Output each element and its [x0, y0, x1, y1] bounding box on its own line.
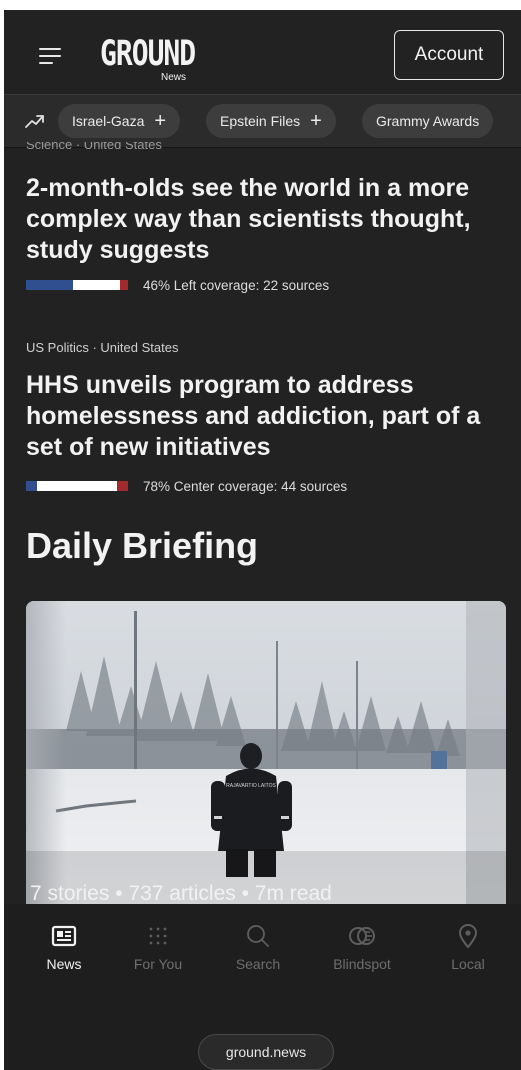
bias-left-segment: [26, 481, 37, 491]
bias-distribution-bar: [26, 481, 129, 491]
ground-news-logo[interactable]: GROUND News: [100, 32, 200, 86]
bias-center-segment: [37, 481, 117, 491]
logo-wordmark: GROUND: [100, 32, 196, 74]
daily-briefing-title: Daily Briefing: [26, 525, 259, 566]
plus-icon[interactable]: +: [154, 111, 166, 131]
bias-center-segment: [73, 280, 120, 290]
logo-subtitle: News: [161, 72, 187, 83]
topic-chip-label: Epstein Files: [220, 113, 301, 129]
nav-label-search: Search: [235, 956, 281, 972]
topic-chip-epstein-files[interactable]: Epstein Files +: [206, 104, 336, 138]
grid-dots-icon: [149, 927, 167, 945]
location-pin-icon: [458, 924, 478, 949]
account-button[interactable]: Account: [394, 30, 504, 80]
nav-item-search[interactable]: Search: [218, 914, 298, 972]
topic-chip-label: Israel-Gaza: [72, 113, 145, 129]
topic-chip-grammy-awards[interactable]: Grammy Awards: [362, 104, 494, 138]
blindspot-icon: [349, 927, 375, 945]
briefing-meta: 7 stories • 737 articles • 7m read: [30, 882, 332, 905]
nav-item-for-you[interactable]: For You: [118, 914, 198, 972]
bias-coverage-row: 78% Center coverage: 44 sources: [26, 478, 348, 494]
bias-distribution-bar: [26, 280, 129, 290]
topic-chip-label: Grammy Awards: [376, 113, 480, 129]
bias-right-segment: [120, 280, 128, 290]
article-headline[interactable]: 2-month-olds see the world in a more com…: [26, 173, 496, 266]
bias-right-segment: [117, 481, 128, 491]
app-header: GROUND News Account: [4, 10, 521, 94]
topic-chip-israel-gaza[interactable]: Israel-Gaza +: [58, 104, 181, 138]
nav-item-blindspot[interactable]: Blindspot: [322, 914, 402, 972]
app-screen: GROUND News Account Israel-Gaza + Epstei…: [4, 10, 521, 1070]
bias-coverage-row: 46% Left coverage: 22 sources: [26, 277, 330, 293]
nav-label-for-you: For You: [133, 956, 183, 972]
nav-label-news: News: [46, 956, 82, 972]
bias-coverage-text: 78% Center coverage: 44 sources: [143, 478, 348, 494]
nav-label-blindspot: Blindspot: [333, 956, 391, 972]
hamburger-menu-icon[interactable]: [39, 48, 61, 64]
nav-item-news[interactable]: News: [24, 914, 104, 972]
article-headline[interactable]: HHS unveils program to address homelessn…: [26, 370, 496, 463]
search-icon: [247, 925, 269, 947]
nav-label-local: Local: [451, 956, 485, 972]
browser-url-pill[interactable]: ground.news: [198, 1034, 334, 1070]
topics-bar: Israel-Gaza + Epstein Files + Grammy Awa…: [4, 94, 521, 148]
newspaper-icon: [51, 925, 77, 947]
bias-left-segment: [26, 280, 73, 290]
nav-item-local[interactable]: Local: [428, 914, 508, 972]
article-category: US Politics · United States: [26, 340, 179, 355]
svg-text:RAJAVARTIO LAITOS: RAJAVARTIO LAITOS: [226, 783, 276, 789]
bias-coverage-text: 46% Left coverage: 22 sources: [143, 277, 330, 293]
plus-icon[interactable]: +: [310, 111, 322, 131]
trending-icon: [25, 115, 44, 128]
article-category-partial: Science · United States: [26, 142, 162, 152]
